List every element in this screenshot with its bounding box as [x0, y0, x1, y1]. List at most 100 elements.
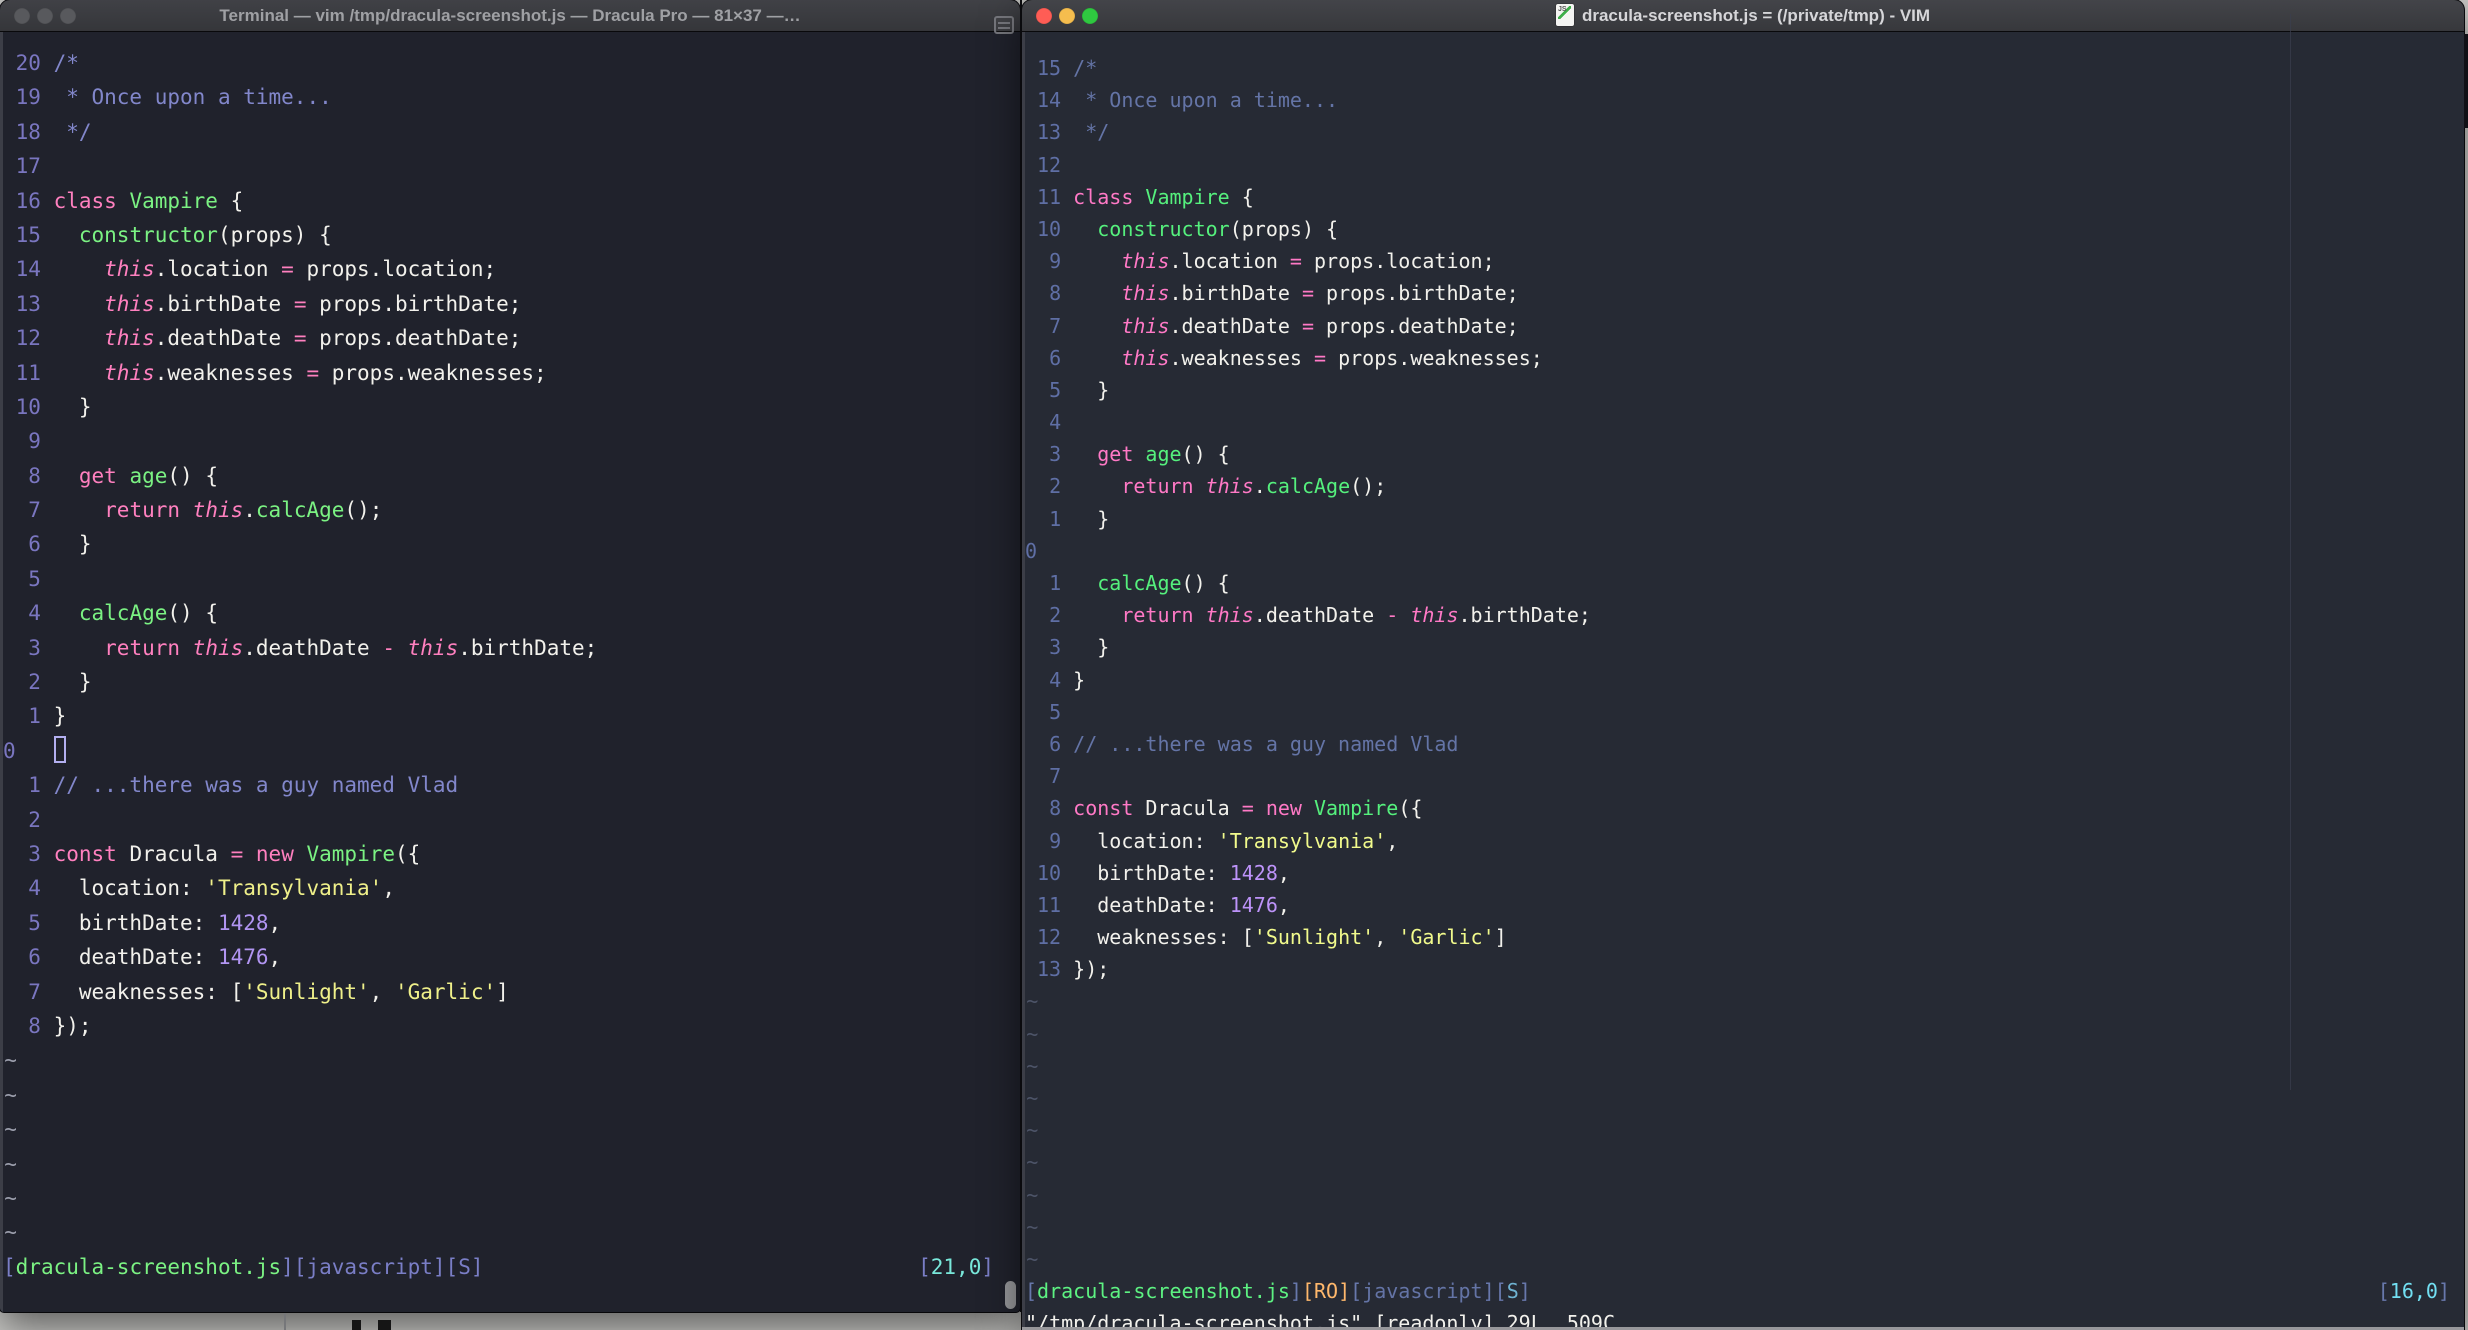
code-line[interactable]: 4	[1025, 406, 2464, 438]
number-gap	[41, 773, 54, 797]
code-line[interactable]: 1 calcAge() {	[1025, 567, 2464, 599]
code-line[interactable]: 6 this.weaknesses = props.weaknesses;	[1025, 342, 2464, 374]
code-line[interactable]: 9 location: 'Transylvania',	[1025, 825, 2464, 857]
code-line[interactable]: 2 }	[3, 665, 1020, 699]
background-shadow-sliver	[2464, 34, 2468, 128]
code-line[interactable]: 9	[3, 424, 1020, 458]
code-line[interactable]: 8 this.birthDate = props.birthDate;	[1025, 277, 2464, 309]
code-line[interactable]: 6 }	[3, 527, 1020, 561]
code-token: 'Transylvania'	[205, 876, 383, 901]
tilde-line: ~	[1025, 1179, 2464, 1211]
code-line[interactable]: 6 // ...there was a guy named Vlad	[1025, 728, 2464, 760]
tilde-line: ~	[3, 1181, 1020, 1215]
code-line[interactable]: 0	[3, 734, 1020, 768]
code-line[interactable]: 1 }	[3, 699, 1020, 733]
code-line[interactable]: 14 * Once upon a time...	[1025, 84, 2464, 116]
scrollbar-thumb[interactable]	[1005, 1281, 1016, 1309]
code-line[interactable]: 5	[1025, 696, 2464, 728]
code-line[interactable]: 2 return this.deathDate - this.birthDate…	[1025, 599, 2464, 631]
code-token: .location	[154, 257, 282, 282]
code-line[interactable]: 13 });	[1025, 953, 2464, 985]
number-gap	[1061, 314, 1073, 338]
code-token: =	[293, 291, 307, 316]
tilde-line: ~	[3, 1043, 1020, 1077]
code-line[interactable]: 20 /*	[3, 46, 1020, 80]
code-line[interactable]: 0	[1025, 535, 2464, 567]
code-line[interactable]: 5 birthDate: 1428,	[3, 906, 1020, 940]
code-line[interactable]: 4 calcAge() {	[3, 596, 1020, 630]
code-line[interactable]: 14 this.location = props.location;	[3, 252, 1020, 286]
code-token: const	[53, 841, 117, 866]
number-gap	[41, 464, 54, 488]
vim-buffer-right[interactable]: 15 /* 14 * Once upon a time... 13 */12 11 …	[1022, 32, 2464, 1330]
code-line[interactable]: 13 this.birthDate = props.birthDate;	[3, 287, 1020, 321]
line-number: 9	[28, 429, 41, 454]
tilde-glyph: ~	[4, 1082, 17, 1107]
titlebar-left[interactable]: Terminal — vim /tmp/dracula-screenshot.j…	[0, 0, 1020, 32]
code-line[interactable]: 10 constructor(props) {	[1025, 213, 2464, 245]
code-line[interactable]: 7 this.deathDate = props.deathDate;	[1025, 310, 2464, 342]
code-line[interactable]: 4 location: 'Transylvania',	[3, 871, 1020, 905]
code-line[interactable]: 15 /*	[1025, 52, 2464, 84]
code-line[interactable]: 7 return this.calcAge();	[3, 493, 1020, 527]
tilde-glyph: ~	[4, 1220, 17, 1245]
code-line[interactable]: 1 }	[1025, 503, 2464, 535]
titlebar-right[interactable]: JS dracula-screenshot.js = (/private/tmp)…	[1022, 0, 2464, 32]
code-line[interactable]: 8 get age() {	[3, 459, 1020, 493]
line-number: 2	[1049, 603, 1062, 628]
code-line[interactable]: 10 }	[3, 390, 1020, 424]
code-line[interactable]: 11 class Vampire {	[1025, 181, 2464, 213]
vim-buffer-left[interactable]: 20 /* 19 * Once upon a time... 18 */ 17 16 …	[0, 32, 1020, 1312]
code-line[interactable]: 5 }	[1025, 374, 2464, 406]
code-line[interactable]: 8 const Dracula = new Vampire({	[1025, 792, 2464, 824]
code-line[interactable]: 17	[3, 149, 1020, 183]
code-token: props.weaknesses;	[319, 360, 547, 385]
code-token: this	[407, 635, 459, 660]
code-line[interactable]: 19 * Once upon a time...	[3, 80, 1020, 114]
status-segment: S	[1506, 1279, 1519, 1304]
code-line[interactable]: 7	[1025, 760, 2464, 792]
code-line[interactable]: 3 }	[1025, 631, 2464, 663]
code-line[interactable]: 10 birthDate: 1428,	[1025, 857, 2464, 889]
code-line[interactable]: 4 }	[1025, 664, 2464, 696]
code-line[interactable]: 12	[1025, 149, 2464, 181]
code-line[interactable]: 3 return this.deathDate - this.birthDate…	[3, 631, 1020, 665]
code-line[interactable]: 12 this.deathDate = props.deathDate;	[3, 321, 1020, 355]
code-line[interactable]: 9 this.location = props.location;	[1025, 245, 2464, 277]
line-number: 15	[1037, 56, 1062, 80]
code-line[interactable]: 7 weaknesses: ['Sunlight', 'Garlic']	[3, 975, 1020, 1009]
code-line[interactable]: 12 weaknesses: ['Sunlight', 'Garlic']	[1025, 921, 2464, 953]
code-line[interactable]: 18 */	[3, 115, 1020, 149]
line-number: 1	[1049, 571, 1062, 595]
code-line[interactable]: 11 this.weaknesses = props.weaknesses;	[3, 356, 1020, 390]
code-token: props.deathDate;	[1314, 313, 1519, 338]
code-token: ,	[1277, 860, 1290, 885]
code-line[interactable]: 3 get age() {	[1025, 438, 2464, 470]
code-token: 'Sunlight'	[243, 979, 370, 1004]
code-line[interactable]: 1 // ...there was a guy named Vlad	[3, 768, 1020, 802]
code-line[interactable]: 6 deathDate: 1476,	[3, 940, 1020, 974]
number-gap	[41, 808, 54, 832]
code-line[interactable]: 13 */	[1025, 116, 2464, 148]
code-line[interactable]: 8 });	[3, 1009, 1020, 1043]
tilde-glyph: ~	[1026, 1246, 1039, 1271]
code-line[interactable]: 11 deathDate: 1476,	[1025, 889, 2464, 921]
number-gap	[1061, 925, 1073, 949]
code-line[interactable]: 3 const Dracula = new Vampire({	[3, 837, 1020, 871]
code-token: .weaknesses	[154, 360, 307, 385]
line-number: 17	[15, 154, 41, 179]
code-line[interactable]: 2	[3, 803, 1020, 837]
code-token: (props) {	[1229, 216, 1339, 241]
code-token: 1428	[217, 910, 269, 935]
line-number: 3	[28, 841, 41, 866]
line-number: 0	[3, 738, 16, 763]
code-line[interactable]: 15 constructor(props) {	[3, 218, 1020, 252]
code-line[interactable]: 16 class Vampire {	[3, 184, 1020, 218]
code-line[interactable]: 2 return this.calcAge();	[1025, 470, 2464, 502]
code-line[interactable]: 5	[3, 562, 1020, 596]
split-pane-icon[interactable]	[994, 16, 1014, 34]
